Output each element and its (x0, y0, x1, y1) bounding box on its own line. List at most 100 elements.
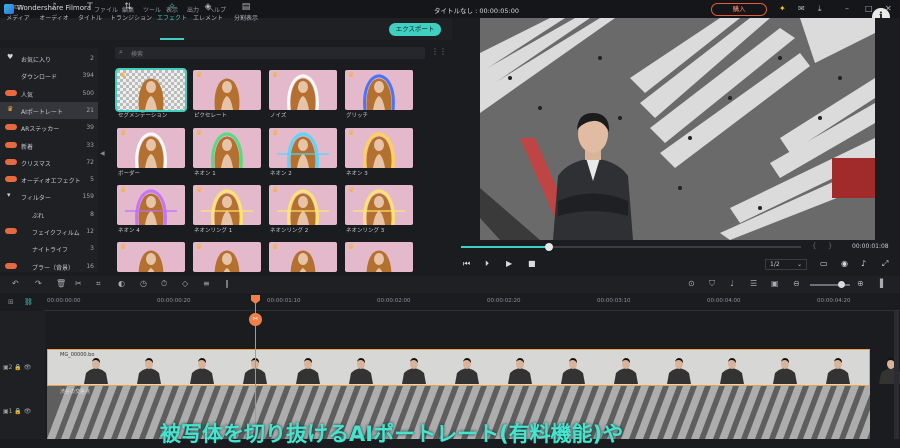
render-icon[interactable]: ⊙ (688, 279, 695, 288)
tab-transitions[interactable]: ⇅ トランジション (110, 2, 152, 22)
zoom-in-icon[interactable]: ⊕ (857, 279, 864, 288)
stop-icon[interactable]: ■ (528, 259, 536, 268)
sidebar-item-count: 2 (90, 55, 94, 62)
effect-thumbnail[interactable]: ♛ (345, 70, 413, 110)
tab-elements[interactable]: ◈ エレメント (190, 2, 226, 22)
detach-icon[interactable]: ▣ (771, 279, 779, 288)
effect-thumbnail[interactable]: ♛ (193, 185, 261, 225)
volume-icon[interactable]: ♪ (861, 259, 866, 268)
sidebar-item[interactable]: ▾ フィルター 159 (0, 188, 98, 205)
clip-frame-thumbnail (559, 356, 587, 384)
tab-split-screen[interactable]: ▤ 分割表示 (228, 2, 264, 22)
playback-scrubber-handle[interactable] (545, 243, 553, 251)
zoom-out-icon[interactable]: ⊖ (793, 279, 800, 288)
sidebar-item-count: 12 (86, 228, 94, 235)
effect-label: セグメンテーション (118, 113, 168, 119)
collapse-sidebar-icon[interactable]: ◀ (100, 150, 105, 157)
effect-thumbnail[interactable]: ♛ (117, 185, 185, 225)
tab-audio[interactable]: ♪ オーディオ (36, 2, 72, 22)
keyframe-icon[interactable]: ◇ (182, 279, 188, 288)
sidebar-item[interactable]: ♛ AIポートレート 21 (0, 101, 98, 119)
crop-icon[interactable]: ⌗ (96, 279, 101, 289)
effect-thumbnail[interactable]: ♛ (115, 68, 187, 112)
sidebar-item[interactable]: 新着 33 (0, 137, 98, 154)
premium-crown-icon: ♛ (196, 243, 203, 251)
grid-view-icon[interactable]: ⋮⋮ (431, 47, 447, 56)
mark-in-icon[interactable]: { (812, 242, 816, 250)
premium-crown-icon: ♛ (120, 129, 127, 137)
effect-thumbnail[interactable]: ♛ (117, 128, 185, 168)
speed-icon[interactable]: ◷ (140, 279, 147, 288)
link-icon[interactable]: ⛓ (24, 298, 33, 306)
preview-timecode: 00:00:01:08 (852, 243, 889, 250)
sidebar-item[interactable]: ナイトライフ 3 (0, 240, 98, 257)
effect-thumbnail[interactable]: ♛ (345, 242, 413, 272)
tab-effects[interactable]: ✧ エフェクト (154, 2, 190, 22)
cut-icon[interactable]: ✂ (75, 279, 82, 288)
audio-wave-icon[interactable]: ∥ (225, 279, 229, 288)
effect-thumbnail[interactable]: ♛ (269, 70, 337, 110)
step-back-icon[interactable]: ⏵ (485, 259, 489, 269)
buy-button[interactable]: 購入 (711, 3, 767, 16)
sidebar-item-count: 3 (90, 245, 94, 253)
timeline-scrollbar[interactable] (894, 311, 899, 439)
effect-thumbnail[interactable]: ♛ (269, 185, 337, 225)
adjust-icon[interactable]: ≡ (203, 279, 210, 288)
previous-frame-icon[interactable]: ⏮ (463, 259, 470, 269)
clip-frame-thumbnail (612, 356, 640, 384)
new-badge-icon (5, 141, 17, 148)
minimize-icon[interactable]: – (845, 4, 849, 13)
monitor-icon[interactable]: ▭ (820, 259, 828, 268)
bulb-icon[interactable]: ✦ (779, 4, 786, 13)
effect-thumbnail[interactable]: ♛ (345, 185, 413, 225)
effect-thumbnail[interactable]: ♛ (117, 242, 185, 272)
search-input[interactable]: ⌕ 検索 (115, 47, 425, 59)
effect-thumbnail[interactable]: ♛ (193, 128, 261, 168)
microphone-icon[interactable]: ♩ (730, 279, 734, 288)
sidebar-item[interactable]: ♥ お気に入り 2 (0, 50, 98, 67)
timer-icon[interactable]: ⏱ (161, 279, 167, 289)
render-quality-select[interactable]: 1/2 ⌄ (765, 259, 807, 270)
background-track-controls[interactable]: ▣1 🔒 👁 (3, 408, 31, 415)
sidebar-item[interactable]: ぶれ 8 (0, 206, 98, 223)
sidebar-item[interactable]: オーディオエフェクト 5 (0, 171, 98, 188)
snapshot-icon[interactable]: ◉ (841, 259, 848, 268)
sidebar-item[interactable]: 人気 500 (0, 85, 98, 102)
sidebar-item[interactable]: ARステッカー 39 (0, 119, 98, 136)
ruler-tick-label: 00:00:00:20 (157, 298, 191, 304)
effect-thumbnail[interactable]: ♛ (193, 242, 261, 272)
panel-toggle-icon[interactable]: ▌ (880, 279, 886, 288)
redo-icon[interactable]: ↷ (35, 279, 42, 288)
play-icon[interactable]: ▶ (506, 259, 512, 268)
mark-out-icon[interactable]: } (828, 242, 832, 250)
mail-icon[interactable]: ✉ (798, 4, 805, 13)
effect-thumbnail[interactable]: ♛ (345, 128, 413, 168)
color-icon[interactable]: ◐ (118, 279, 125, 288)
shield-icon[interactable]: ⛉ (709, 279, 715, 289)
add-track-icon[interactable]: ⊞ (8, 298, 14, 306)
new-badge-icon (5, 176, 17, 183)
tab-media[interactable]: ▭ メディア (0, 2, 36, 22)
sidebar-item[interactable]: フェイクフィルム 12 (0, 223, 98, 240)
new-badge-icon (5, 262, 17, 269)
tab-titles[interactable]: T タイトル (72, 2, 108, 22)
undo-icon[interactable]: ↶ (12, 279, 19, 288)
video-preview[interactable] (480, 18, 875, 240)
sidebar-item[interactable]: クリスマス 72 (0, 154, 98, 171)
effect-thumbnail[interactable]: ♛ (269, 242, 337, 272)
delete-icon[interactable]: 🗑 (56, 279, 66, 288)
sidebar-item[interactable]: ブラー（背景） 16 (0, 258, 98, 275)
sidebar-item[interactable]: ダウンロード 394 (0, 67, 98, 84)
effect-thumbnail[interactable]: ♛ (193, 70, 261, 110)
video-track-controls[interactable]: ▣2 🔒 👁 (3, 364, 31, 371)
text-to-speech-icon[interactable]: ☰ (750, 279, 757, 288)
effect-label: グリッチ (346, 113, 369, 119)
zoom-slider-handle[interactable] (838, 281, 845, 288)
split-at-playhead-icon[interactable]: ✂ (249, 313, 262, 326)
maximize-icon[interactable]: □ (865, 4, 873, 13)
fullscreen-icon[interactable]: ⤢ (882, 259, 888, 269)
effect-thumbnail[interactable]: ♛ (269, 128, 337, 168)
download-icon[interactable]: ⤓ (818, 4, 822, 14)
premium-crown-icon: ♛ (272, 129, 279, 137)
export-button[interactable]: エクスポート (389, 23, 441, 36)
